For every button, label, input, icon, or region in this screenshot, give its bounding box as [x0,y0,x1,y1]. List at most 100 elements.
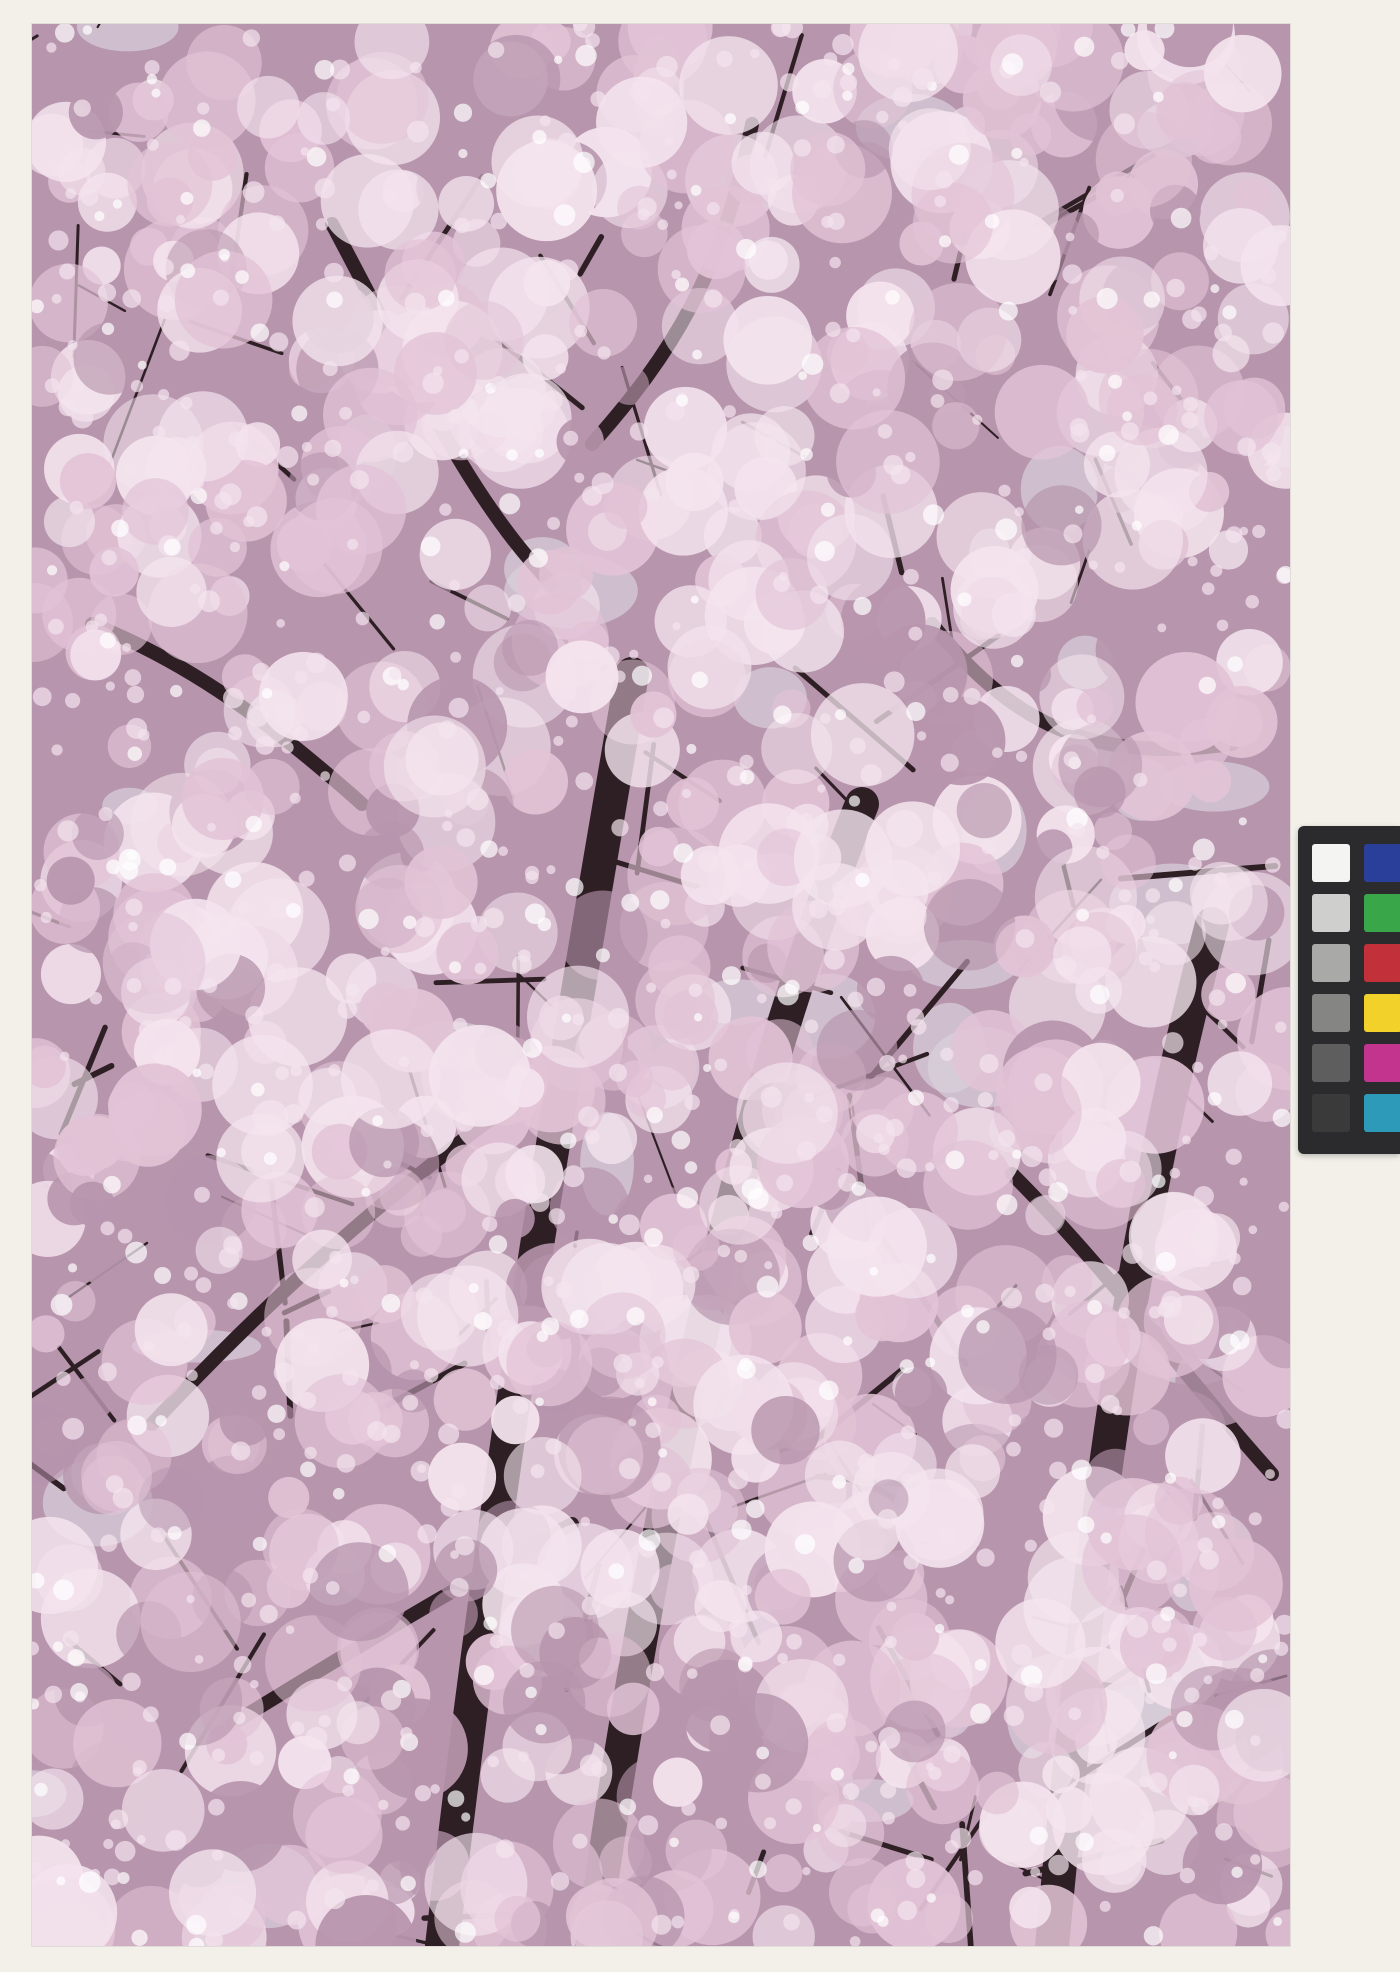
blossom-flower [645,487,660,502]
blossom-cluster [916,696,1006,786]
blossom-flower [591,472,614,495]
blossom-flower [830,1767,844,1781]
blossom-flower [619,1798,637,1816]
blossom-cluster [71,807,124,860]
blossom-flower [454,1921,476,1943]
blossom-flower [1068,305,1078,315]
blossom-flower [780,73,799,92]
blossom-flower [686,743,697,754]
blossom-flower [466,788,489,811]
blossom-flower [998,301,1018,321]
blossom-flower [555,363,567,374]
blossom-flower [62,1630,79,1647]
blossom-flower [194,1186,210,1203]
blossom-flower [32,687,52,707]
blossom-cluster [828,1858,898,1927]
blossom-flower [186,1369,198,1382]
blossom-flower [1224,1709,1244,1729]
blossom-flower [512,1398,529,1415]
blossom-flower [651,1356,664,1369]
blossom-flower [158,389,170,401]
blossom-flower [518,1751,529,1762]
blossom-cluster [657,224,746,314]
blossom-flower [1252,524,1266,539]
blossom-flower [111,519,129,538]
blossom-flower [143,1340,155,1352]
blossom-flower [826,1713,847,1733]
blossom-flower [154,1266,172,1284]
blossom-flower [355,611,370,626]
blossom-flower [1203,1675,1213,1685]
blossom-flower [847,991,864,1008]
blossom-flower [671,1130,691,1150]
blossom-flower [456,828,476,848]
blossom-flower [1181,1135,1191,1145]
blossom-flower [482,1216,498,1232]
blossom-flower [899,1359,914,1374]
blossom-flower [237,902,250,914]
blossom-flower [193,119,211,137]
blossom-flower [50,1293,73,1316]
blossom-flower [53,1579,75,1601]
blossom-flower [62,1417,84,1440]
blossom-flower [886,1601,897,1612]
blossom-flower [1250,1735,1261,1746]
blossom-flower [1210,284,1220,294]
blossom-flower [878,1726,901,1749]
blossom-flower [784,979,800,995]
blossom-cluster [665,1819,728,1882]
blossom-flower [219,483,242,506]
blossom-flower [750,48,760,59]
blossom-flower [1074,36,1095,57]
blossom-flower [916,731,927,741]
blossom-cluster [1021,485,1102,566]
blossom-flower [1048,1181,1069,1202]
blossom-flower [834,709,847,721]
blossom-flower [675,394,689,407]
blossom-flower [299,1391,317,1409]
blossom-flower [293,726,309,742]
blossom-flower [1108,374,1123,389]
blossom-cluster [108,1063,202,1157]
blossom-flower [794,1534,816,1555]
blossom-cluster [46,856,95,905]
blossom-flower [927,870,942,886]
blossom-flower [127,1415,147,1436]
blossom-flower [1264,857,1281,873]
blossom-cluster [764,1854,803,1893]
blossom-flower [392,441,414,463]
blossom-flower [684,1094,700,1111]
blossom-flower [1114,561,1126,573]
blossom-flower [263,1152,277,1166]
blossom-flower [1077,1516,1095,1534]
blossom-flower [1065,232,1075,242]
blossom-flower [186,1914,207,1935]
blossom-flower [48,230,69,251]
blossom-flower [1064,1285,1076,1298]
blossom-flower [1071,1459,1092,1480]
blossom-flower [865,1740,878,1753]
blossom-flower [454,1535,475,1556]
blossom-flower [942,686,959,703]
blossom-flower [324,1887,346,1910]
blossom-flower [438,1423,460,1445]
blossom-flower [710,1715,731,1736]
blossom-flower [473,1664,495,1686]
blossom-flower [126,685,145,704]
blossom-flower [302,1567,319,1584]
blossom-flower [269,215,285,232]
blossom-flower [210,521,223,535]
blossom-flower [800,813,813,826]
blossom-flower [977,1092,993,1108]
blossom-flower [347,538,359,550]
blossom-flower [439,503,452,516]
blossom-flower [495,1839,515,1859]
blossom-flower [681,788,692,799]
blossom-flower [281,741,294,754]
blossom-flower [56,1371,71,1386]
blossom-flower [686,1668,698,1679]
blossom-flower [878,1143,890,1155]
blossom-flower [945,1150,965,1170]
blossom-flower [706,202,720,215]
blossom-flower [336,1454,356,1473]
